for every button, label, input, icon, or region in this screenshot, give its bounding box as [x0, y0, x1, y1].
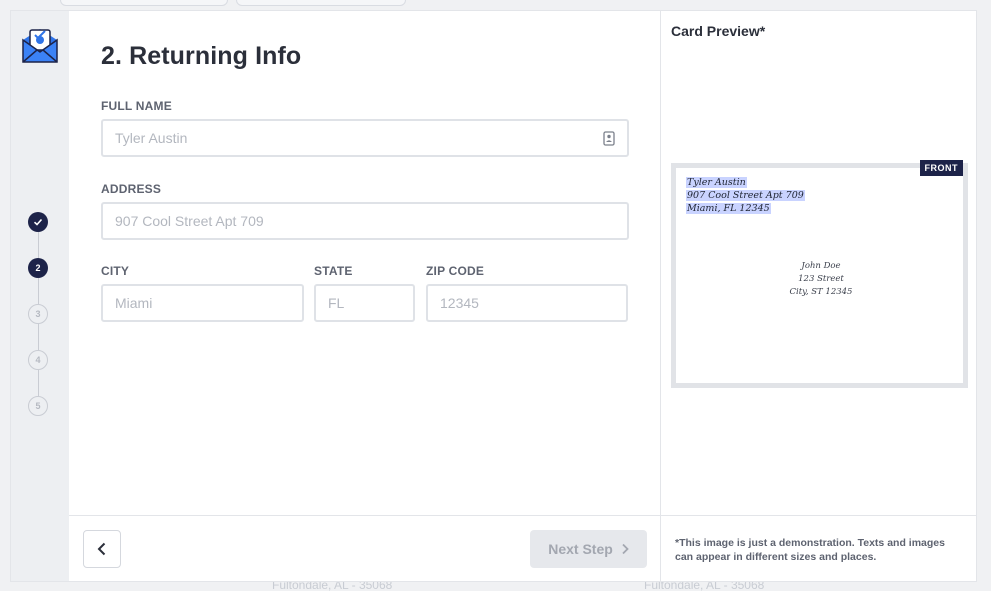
step-4[interactable]: 4 [28, 350, 48, 370]
full-name-input[interactable] [115, 130, 615, 146]
envelope-preview: FRONT Tyler Austin 907 Cool Street Apt 7… [671, 160, 968, 388]
step-connector [38, 370, 39, 396]
step-3[interactable]: 3 [28, 304, 48, 324]
zip-input[interactable] [440, 295, 614, 311]
background-chip [236, 0, 406, 6]
contact-card-icon[interactable] [603, 131, 615, 146]
form-pane: 2. Returning Info FULL NAME ADDRESS CITY… [69, 11, 661, 581]
recipient-city-line: City, ST 12345 [789, 287, 853, 297]
step-2-active[interactable]: 2 [28, 258, 48, 278]
state-label: STATE [314, 264, 353, 278]
mail-logo-icon [22, 29, 58, 63]
state-input[interactable] [328, 295, 401, 311]
city-input[interactable] [115, 295, 290, 311]
return-street-line: 907 Cool Street Apt 709 [686, 190, 805, 201]
city-label: CITY [101, 264, 130, 278]
footer-divider [69, 515, 660, 516]
return-city-line: Miami, FL 12345 [686, 203, 771, 214]
next-step-label: Next Step [548, 541, 613, 557]
page-title: 2. Returning Info [101, 42, 302, 70]
zip-label: ZIP CODE [426, 264, 485, 278]
chevron-right-icon [622, 543, 629, 555]
preview-disclaimer: *This image is just a demonstration. Tex… [675, 537, 945, 563]
return-name-line: Tyler Austin [686, 177, 747, 188]
check-icon [33, 218, 43, 226]
state-field [314, 284, 415, 322]
address-field [101, 202, 629, 240]
chevron-left-icon [97, 542, 106, 556]
step-connector [38, 278, 39, 304]
return-address-preview: Tyler Austin 907 Cool Street Apt 709 Mia… [686, 176, 805, 215]
card-wizard-modal: 2 3 4 5 2. Returning Info FULL NAME ADDR… [10, 10, 977, 582]
front-badge: FRONT [919, 160, 963, 176]
recipient-street-line: 123 Street [798, 274, 844, 284]
address-label: ADDRESS [101, 182, 162, 196]
zip-field [426, 284, 628, 322]
step-1-done[interactable] [28, 212, 48, 232]
step-5[interactable]: 5 [28, 396, 48, 416]
full-name-field [101, 119, 629, 157]
next-step-button[interactable]: Next Step [530, 530, 647, 568]
recipient-name-line: John Doe [801, 261, 841, 271]
background-chip [60, 0, 228, 6]
city-field [101, 284, 304, 322]
back-button[interactable] [83, 530, 121, 568]
footer-divider [661, 515, 976, 516]
full-name-label: FULL NAME [101, 99, 172, 113]
step-connector [38, 232, 39, 258]
preview-pane: Card Preview* FRONT Tyler Austin 907 Coo… [661, 11, 976, 581]
step-connector [38, 324, 39, 350]
step-indicator: 2 3 4 5 [28, 212, 50, 416]
recipient-address-preview: John Doe 123 Street City, ST 12345 [786, 260, 856, 299]
step-rail: 2 3 4 5 [11, 11, 69, 581]
address-input[interactable] [115, 213, 615, 229]
card-preview-title: Card Preview* [671, 23, 766, 39]
